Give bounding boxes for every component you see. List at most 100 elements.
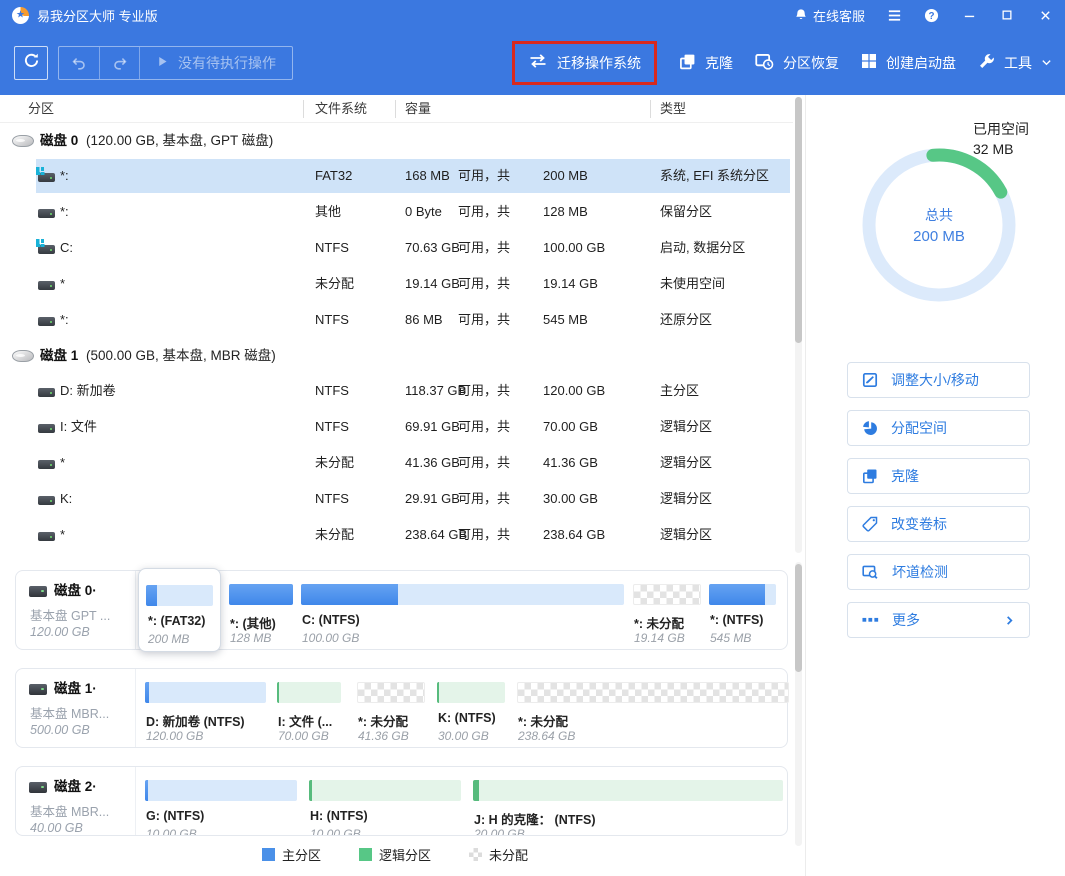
- partition-block[interactable]: D: 新加卷 (NTFS)120.00 GB: [145, 669, 266, 747]
- disk-map-card[interactable]: 磁盘 2·基本盘 MBR...40.00 GBG: (NTFS)10.00 GB…: [15, 766, 788, 836]
- partition-type-value: 还原分区: [660, 302, 712, 338]
- partition-block[interactable]: *: (NTFS)545 MB: [709, 571, 776, 649]
- partition-block-size: 120.00 GB: [146, 729, 203, 743]
- free-space-value: 86 MB: [405, 302, 443, 338]
- header-separator: [650, 100, 651, 118]
- partition-block[interactable]: *: 未分配41.36 GB: [357, 669, 425, 747]
- partition-block[interactable]: K: (NTFS)30.00 GB: [437, 669, 505, 747]
- partition-block-size: 30.00 GB: [438, 729, 489, 743]
- partition-label: I: 文件: [60, 409, 97, 445]
- execute-operations-button[interactable]: 没有待执行操作: [139, 47, 292, 79]
- disk-map-card[interactable]: 磁盘 1·基本盘 MBR...500.00 GBD: 新加卷 (NTFS)120…: [15, 668, 788, 748]
- sidebar-action-5[interactable]: 坏道检测: [847, 554, 1030, 590]
- free-space-value: 69.91 GB: [405, 409, 460, 445]
- migrate-os-label: 迁移操作系统: [557, 53, 641, 73]
- partition-row[interactable]: *:其他0 Byte可用，共128 MB保留分区: [0, 194, 793, 230]
- disk-subtitle: 基本盘 GPT ...: [30, 605, 110, 624]
- partition-row[interactable]: *:NTFS86 MB可用，共545 MB还原分区: [0, 302, 793, 338]
- clone-button[interactable]: 克隆: [679, 53, 733, 73]
- partition-recovery-button[interactable]: 分区恢复: [755, 53, 839, 73]
- drive-led: [50, 464, 52, 466]
- partition-row[interactable]: I: 文件NTFS69.91 GB可用，共70.00 GB逻辑分区: [0, 409, 793, 445]
- partition-block-label: I: 文件 (...: [278, 711, 332, 730]
- sidebar-action-2[interactable]: 分配空间: [847, 410, 1030, 446]
- partition-label: *:: [60, 158, 69, 194]
- create-boot-disk-button[interactable]: 创建启动盘: [861, 53, 956, 73]
- partition-block-size: 41.36 GB: [358, 729, 409, 743]
- partition-usage-bar: [633, 584, 701, 605]
- partition-block[interactable]: J: H 的克隆： (NTFS)20.00 GB: [473, 767, 783, 835]
- table-scrollbar-thumb[interactable]: [795, 97, 802, 343]
- legend: 主分区逻辑分区未分配: [0, 845, 790, 863]
- partition-used-fill: [473, 780, 479, 801]
- sidebar-action-4[interactable]: 改变卷标: [847, 506, 1030, 542]
- total-space-value: 70.00 GB: [543, 409, 598, 445]
- sidebar-action-1[interactable]: 调整大小/移动: [847, 362, 1030, 398]
- column-header-capacity: 容量: [405, 95, 431, 123]
- partition-block[interactable]: I: 文件 (...70.00 GB: [277, 669, 341, 747]
- windows-icon: [861, 53, 877, 72]
- partition-row[interactable]: *未分配19.14 GB可用，共19.14 GB未使用空间: [0, 266, 793, 302]
- partition-type-value: 逻辑分区: [660, 481, 712, 517]
- minimize-button[interactable]: [961, 7, 977, 23]
- used-space-label: 已用空间: [973, 119, 1029, 139]
- undo-button[interactable]: [59, 47, 99, 79]
- close-button[interactable]: [1037, 7, 1053, 23]
- disk-name: 磁盘 2·: [54, 775, 97, 795]
- free-space-value: 0 Byte: [405, 194, 442, 230]
- selected-partition-block[interactable]: *: (FAT32)200 MB: [138, 568, 221, 652]
- partition-usage-bar: [145, 780, 297, 801]
- migrate-os-button[interactable]: 迁移操作系统: [512, 41, 657, 85]
- partition-row[interactable]: C:NTFS70.63 GB可用，共100.00 GB启动, 数据分区: [0, 230, 793, 266]
- app-logo-icon: [12, 7, 29, 24]
- partition-row[interactable]: *未分配238.64 GB可用，共238.64 GB逻辑分区: [0, 517, 793, 553]
- online-service-label: 在线客服: [813, 6, 865, 25]
- disk-group-info: (500.00 GB, 基本盘, MBR 磁盘): [86, 338, 276, 373]
- redo-button[interactable]: [99, 47, 139, 79]
- partition-table-body: 磁盘 0(120.00 GB, 基本盘, GPT 磁盘)*:FAT32168 M…: [0, 123, 793, 553]
- partition-block[interactable]: *: (其他)128 MB: [229, 571, 293, 649]
- partition-block-size: 128 MB: [230, 631, 271, 645]
- free-space-value: 168 MB: [405, 158, 450, 194]
- primary-swatch-icon: [262, 848, 275, 861]
- partition-usage-bar: [277, 682, 341, 703]
- usage-donut-center: 总共 200 MB: [854, 140, 1024, 310]
- partition-used-fill: [146, 585, 157, 606]
- tools-menu-button[interactable]: 工具: [978, 53, 1052, 73]
- partition-block[interactable]: H: (NTFS)10.00 GB: [309, 767, 461, 835]
- drive-body: [38, 388, 55, 397]
- free-space-value: 41.36 GB: [405, 445, 460, 481]
- allocate-space-icon: [862, 420, 878, 436]
- partition-row[interactable]: D: 新加卷NTFS118.37 GB可用，共120.00 GB主分区: [0, 373, 793, 409]
- partition-row[interactable]: *:FAT32168 MB可用，共200 MB系统, EFI 系统分区: [0, 158, 793, 194]
- sidebar-action-6[interactable]: 更多: [847, 602, 1030, 638]
- maximize-button[interactable]: [999, 7, 1015, 23]
- column-header-filesystem: 文件系统: [315, 95, 367, 123]
- partition-drive-icon: [38, 422, 55, 433]
- partition-block[interactable]: *: 未分配19.14 GB: [633, 571, 701, 649]
- partition-row[interactable]: *未分配41.36 GB可用，共41.36 GB逻辑分区: [0, 445, 793, 481]
- diskmap-scrollbar-thumb[interactable]: [795, 564, 802, 672]
- online-service-button[interactable]: 在线客服: [794, 6, 865, 25]
- drive-body: [38, 424, 55, 433]
- disk-map-card[interactable]: 磁盘 0·基本盘 GPT ...120.00 GB*: (FAT32)200 M…: [15, 570, 788, 650]
- drive-led: [50, 428, 52, 430]
- refresh-button[interactable]: [14, 46, 48, 80]
- disk-group-row[interactable]: 磁盘 1(500.00 GB, 基本盘, MBR 磁盘): [0, 338, 793, 373]
- partition-block[interactable]: C: (NTFS)100.00 GB: [301, 571, 624, 649]
- toolbar: 没有待执行操作 迁移操作系统 克隆 分区恢复 创建启动盘 工具: [0, 30, 1065, 95]
- partition-block[interactable]: *: 未分配238.64 GB: [517, 669, 789, 747]
- disk-group-row[interactable]: 磁盘 0(120.00 GB, 基本盘, GPT 磁盘): [0, 123, 793, 158]
- sidebar-action-3[interactable]: 克隆: [847, 458, 1030, 494]
- help-icon[interactable]: ?: [924, 8, 939, 23]
- partition-usage-bar: [309, 780, 461, 801]
- capacity-separator-label: 可用，共: [458, 409, 510, 445]
- partition-block-size: 10.00 GB: [310, 827, 361, 836]
- partition-block[interactable]: G: (NTFS)10.00 GB: [145, 767, 297, 835]
- partition-drive-icon: [38, 279, 55, 290]
- disk-size: 40.00 GB: [30, 821, 83, 835]
- filesystem-value: 未分配: [315, 517, 354, 553]
- free-space-value: 70.63 GB: [405, 230, 460, 266]
- operation-list-icon[interactable]: [887, 8, 902, 23]
- partition-row[interactable]: K:NTFS29.91 GB可用，共30.00 GB逻辑分区: [0, 481, 793, 517]
